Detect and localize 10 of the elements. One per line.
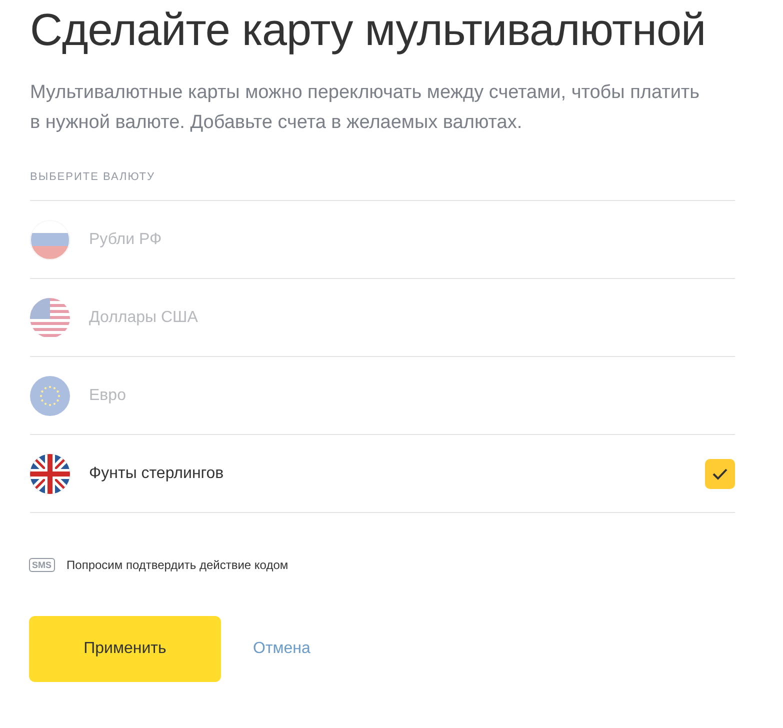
apply-button[interactable]: Применить [29,616,221,682]
check-icon [712,468,728,480]
page-title: Сделайте карту мультивалютной [30,3,707,57]
description: Мультивалютные карты можно переключать между счетами, чтобы платить в нужной валюте. Добавьте счета в желаемых валютах. [30,81,701,135]
checkbox[interactable] [705,458,735,488]
cancel-link[interactable]: Отмена [253,637,310,661]
sms-icon: SMS [29,558,55,572]
sms-notice: Попросим подтвердить действие кодом [66,557,288,574]
currency-option[interactable]: Фунты стерлингов [89,462,705,486]
section-label: ВЫБЕРИТЕ ВАЛЮТУ [30,170,156,184]
